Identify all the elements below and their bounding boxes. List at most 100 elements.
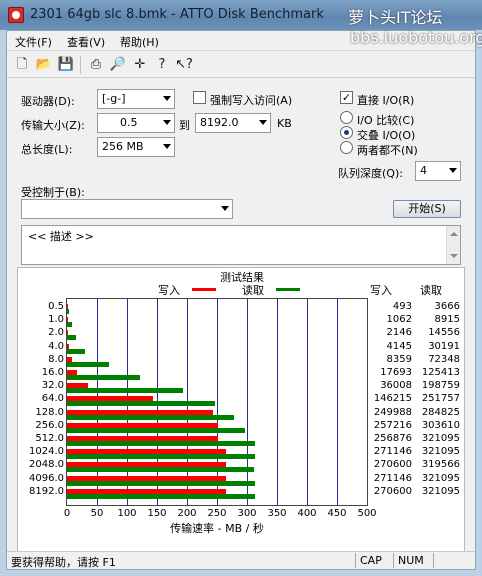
- y-tick-label: 256.0: [35, 419, 64, 431]
- write-value: 2146: [386, 327, 412, 339]
- y-tick-label: 512.0: [35, 433, 64, 444]
- y-tick-label: 4.0: [48, 340, 64, 352]
- grid-line: [337, 299, 338, 505]
- chevron-down-icon: [163, 144, 171, 149]
- controlled-by-label: 受控制于(B):: [21, 186, 85, 199]
- grid-line: [277, 299, 278, 505]
- write-value: 270600: [373, 459, 412, 471]
- scroll-up-icon[interactable]: [450, 232, 458, 236]
- save-icon[interactable]: 💾: [57, 56, 75, 74]
- new-icon[interactable]: 🗋: [13, 56, 31, 74]
- main-window: 文件(F) 查看(V) 帮助(H) 🗋 📂 💾 ⎙ 🔎 ✛ ? ↖? 驱动器(D…: [6, 30, 476, 570]
- transfer-size-from-select[interactable]: 0.5: [97, 113, 175, 133]
- open-icon[interactable]: 📂: [35, 56, 53, 74]
- results-panel: 测试结果 写入 读取 写入 读取 0.5 1.0 2.0 4.0 8.0 16.0 32.0…: [17, 267, 465, 553]
- y-tick-label: 1.0: [48, 314, 64, 326]
- title-bar: 2301 64gb slc 8.bmk - ATTO Disk Benchmar…: [0, 0, 482, 30]
- menu-file[interactable]: 文件(F): [15, 34, 52, 50]
- read-bar: [67, 427, 245, 433]
- print-icon[interactable]: ⎙: [87, 56, 105, 74]
- overlapped-io-label: 交叠 I/O(O): [357, 129, 416, 142]
- legend-write-label: 写入: [158, 284, 180, 297]
- chevron-down-icon: [259, 120, 267, 125]
- force-write-label: 强制写入访问(A): [210, 94, 293, 107]
- queue-depth-select[interactable]: 4: [415, 161, 461, 181]
- x-tick-label: 450: [327, 508, 347, 519]
- io-compare-radio[interactable]: [340, 111, 353, 124]
- controlled-by-select[interactable]: [21, 199, 233, 219]
- x-tick-label: 350: [267, 508, 287, 519]
- drive-value: [-g-]: [102, 92, 126, 105]
- neither-radio[interactable]: [340, 141, 353, 154]
- y-tick-label: 8192.0: [29, 485, 64, 497]
- write-value: 271146: [373, 472, 412, 484]
- y-tick-label: 8.0: [48, 353, 64, 365]
- direct-io-checkbox[interactable]: ✓: [340, 91, 353, 104]
- description-textarea[interactable]: << 描述 >>: [21, 225, 461, 265]
- total-length-select[interactable]: 256 MB: [97, 137, 175, 157]
- x-tick-label: 0: [63, 508, 71, 519]
- read-bar: [67, 441, 256, 446]
- y-tick-label: 0.5: [48, 301, 64, 312]
- legend-read-swatch: [276, 288, 300, 291]
- x-tick-label: 200: [177, 508, 197, 519]
- grid-line: [307, 299, 308, 505]
- move-icon[interactable]: ✛: [131, 56, 149, 74]
- menu-view[interactable]: 查看(V): [67, 34, 105, 50]
- context-help-icon[interactable]: ↖?: [175, 56, 193, 74]
- write-value: 270600: [373, 485, 412, 497]
- total-length-value: 256 MB: [102, 140, 144, 153]
- read-value: 321095: [421, 472, 460, 484]
- write-value: 4145: [386, 340, 412, 352]
- overlapped-io-radio[interactable]: [340, 126, 353, 139]
- atto-app-icon[interactable]: [8, 7, 24, 23]
- read-bar: [67, 480, 256, 486]
- y-tick-label: 16.0: [41, 367, 64, 378]
- drive-select[interactable]: [-g-]: [97, 89, 175, 109]
- read-bar: [67, 414, 234, 420]
- y-tick-label: 32.0: [41, 380, 64, 392]
- read-bar: [67, 467, 255, 473]
- read-value: 321095: [421, 446, 460, 458]
- grid-line: [217, 299, 218, 505]
- x-tick-label: 300: [237, 508, 257, 519]
- start-button[interactable]: 开始(S): [393, 200, 461, 218]
- neither-label: 两者都不(N): [357, 144, 418, 157]
- write-value: 146215: [373, 393, 412, 405]
- read-value: 251757: [421, 393, 460, 405]
- description-scrollbar[interactable]: [446, 226, 460, 264]
- menu-help[interactable]: 帮助(H): [120, 34, 159, 50]
- read-bar: [67, 348, 85, 354]
- legend-write-swatch: [192, 288, 216, 291]
- write-value: 493: [392, 301, 412, 312]
- chevron-down-icon: [163, 120, 171, 125]
- read-value: 8915: [434, 314, 460, 326]
- x-tick-label: 100: [117, 508, 137, 519]
- window-title: 2301 64gb slc 8.bmk - ATTO Disk Benchmar…: [30, 7, 324, 22]
- x-tick-label: 250: [207, 508, 227, 519]
- status-help-text: 要获得帮助，请按 F1: [11, 556, 116, 569]
- transfer-to-value: 8192.0: [200, 116, 239, 129]
- read-value: 319566: [421, 459, 460, 471]
- x-axis-title: 传输速率 - MB / 秒: [170, 522, 264, 535]
- read-value: 30191: [428, 340, 460, 352]
- watermark-url: bbs.luobotou.org: [350, 28, 482, 47]
- watermark-text: 萝卜头IT论坛: [348, 8, 443, 27]
- help-icon[interactable]: ?: [153, 56, 171, 74]
- transfer-from-value: 0.5: [120, 116, 138, 129]
- force-write-checkbox[interactable]: [193, 91, 206, 104]
- legend-read-label: 读取: [242, 284, 264, 297]
- queue-depth-label: 队列深度(Q):: [338, 167, 403, 180]
- write-value: 17693: [380, 367, 412, 378]
- x-tick-label: 150: [147, 508, 167, 519]
- read-value: 72348: [428, 353, 460, 365]
- y-tick-label: 2048.0: [29, 459, 64, 471]
- read-value: 125413: [421, 367, 460, 378]
- x-tick-label: 500: [357, 508, 377, 519]
- scroll-down-icon[interactable]: [450, 254, 458, 258]
- print-preview-icon[interactable]: 🔎: [109, 56, 127, 74]
- x-tick-label: 400: [297, 508, 317, 519]
- transfer-size-to-select[interactable]: 8192.0: [195, 113, 271, 133]
- write-value: 256876: [373, 433, 412, 444]
- direct-io-label: 直接 I/O(R): [357, 94, 415, 107]
